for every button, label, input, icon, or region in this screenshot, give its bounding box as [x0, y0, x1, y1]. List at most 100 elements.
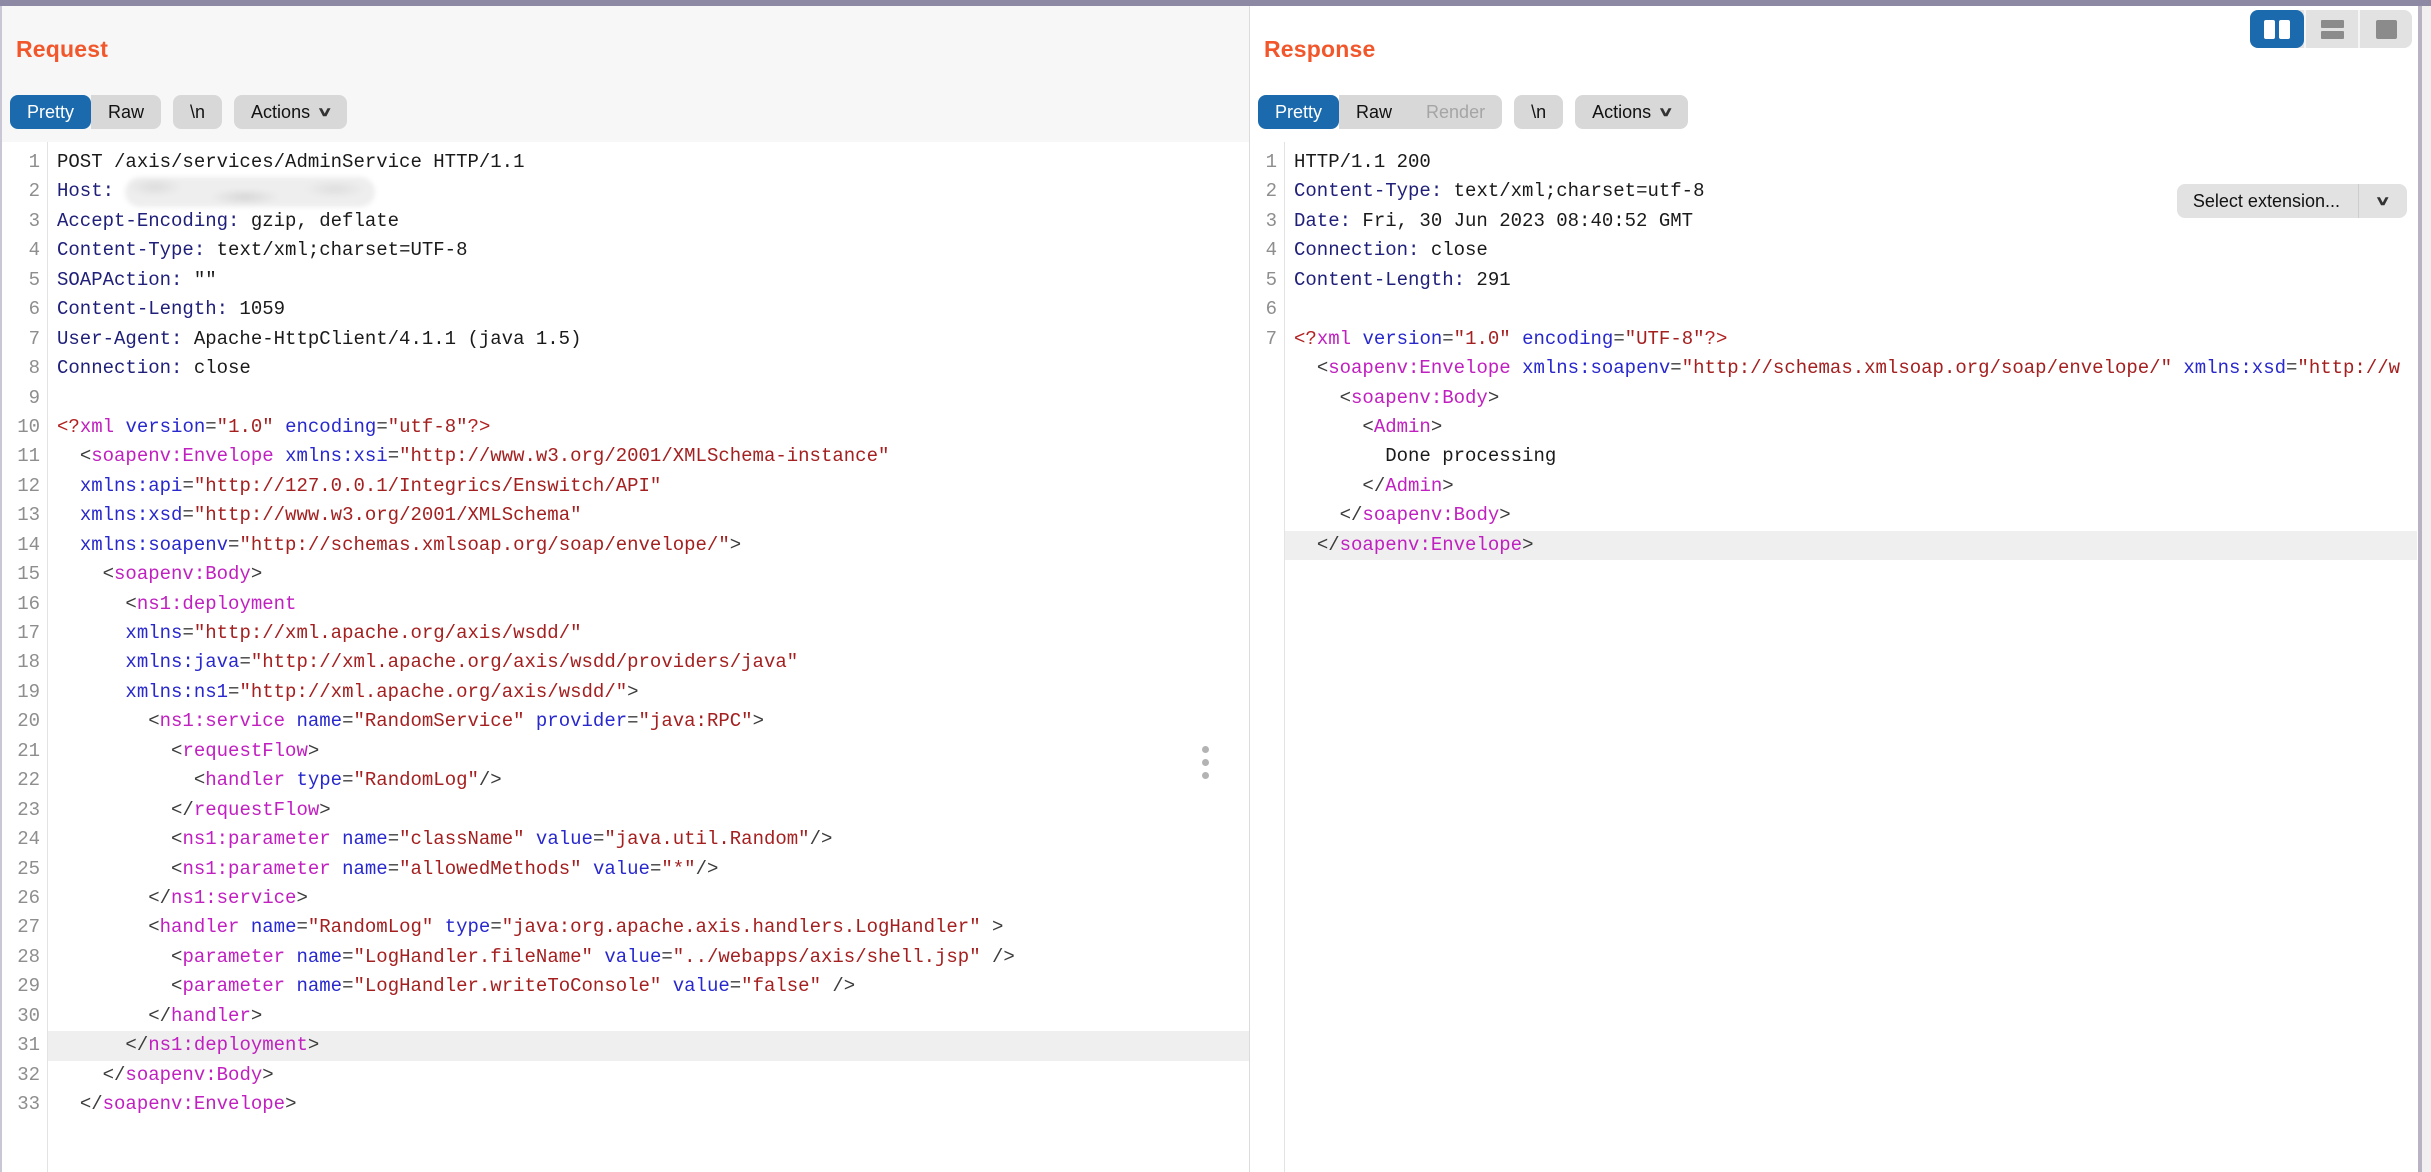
code-line: 1POST /axis/services/AdminService HTTP/1… — [2, 148, 1249, 177]
line-number: 13 — [2, 501, 48, 530]
rows-layout-icon — [2321, 20, 2344, 39]
line-number — [1250, 442, 1285, 471]
request-title: Request — [2, 6, 1249, 63]
line-number — [1250, 501, 1285, 530]
request-tab-pretty[interactable]: Pretty — [10, 95, 91, 129]
code-line: Done processing — [1250, 442, 2417, 471]
response-actions-label: Actions — [1592, 102, 1651, 123]
line-number: 31 — [2, 1031, 48, 1060]
code-line: 21 <requestFlow> — [2, 737, 1249, 766]
columns-view-button[interactable] — [2250, 10, 2304, 48]
code-line: 11 <soapenv:Envelope xmlns:xsi="http://w… — [2, 442, 1249, 471]
code-line: 6 — [1250, 295, 2417, 324]
code-line: 32 </soapenv:Body> — [2, 1061, 1249, 1090]
pane-splitter-handle[interactable] — [1202, 746, 1209, 779]
line-number: 7 — [2, 325, 48, 354]
single-layout-icon — [2376, 20, 2397, 39]
line-number: 23 — [2, 796, 48, 825]
line-number: 14 — [2, 531, 48, 560]
response-tab-newline[interactable]: \n — [1514, 95, 1563, 129]
code-line: 25 <ns1:parameter name="allowedMethods" … — [2, 855, 1249, 884]
code-line: 13 xmlns:xsd="http://www.w3.org/2001/XML… — [2, 501, 1249, 530]
line-number: 16 — [2, 590, 48, 619]
line-number: 11 — [2, 442, 48, 471]
code-line: 30 </handler> — [2, 1002, 1249, 1031]
request-actions-label: Actions — [251, 102, 310, 123]
line-number: 27 — [2, 913, 48, 942]
response-tab-render[interactable]: Render — [1409, 95, 1502, 129]
code-line: 29 <parameter name="LogHandler.writeToCo… — [2, 972, 1249, 1001]
response-title: Response — [1250, 6, 2417, 63]
line-number: 5 — [2, 266, 48, 295]
line-number: 32 — [2, 1061, 48, 1090]
single-view-button[interactable] — [2358, 10, 2412, 48]
code-line: 9 — [2, 384, 1249, 413]
line-number: 2 — [2, 177, 48, 206]
line-number: 20 — [2, 707, 48, 736]
scrollbar-track[interactable] — [2422, 0, 2431, 1172]
response-tab-raw[interactable]: Raw — [1339, 95, 1409, 129]
code-line: 1HTTP/1.1 200 — [1250, 148, 2417, 177]
line-number: 22 — [2, 766, 48, 795]
line-number: 21 — [2, 737, 48, 766]
code-line: 17 xmlns="http://xml.apache.org/axis/wsd… — [2, 619, 1249, 648]
response-viewer[interactable]: 1HTTP/1.1 2002Content-Type: text/xml;cha… — [1250, 142, 2417, 1172]
line-number — [1250, 354, 1285, 383]
code-line: 24 <ns1:parameter name="className" value… — [2, 825, 1249, 854]
line-number: 1 — [2, 148, 48, 177]
line-number: 33 — [2, 1090, 48, 1119]
line-number: 30 — [2, 1002, 48, 1031]
request-tab-raw[interactable]: Raw — [91, 95, 161, 129]
code-line: 27 <handler name="RandomLog" type="java:… — [2, 913, 1249, 942]
code-line: 3Accept-Encoding: gzip, deflate — [2, 207, 1249, 236]
chevron-down-icon: ∨ — [317, 104, 333, 120]
code-line: 28 <parameter name="LogHandler.fileName"… — [2, 943, 1249, 972]
request-actions-button[interactable]: Actions ∨ — [234, 95, 347, 129]
rows-view-button[interactable] — [2304, 10, 2358, 48]
line-number — [1250, 472, 1285, 501]
line-number — [1250, 531, 1285, 560]
line-number: 4 — [2, 236, 48, 265]
line-number: 1 — [1250, 148, 1285, 177]
code-line: 20 <ns1:service name="RandomService" pro… — [2, 707, 1249, 736]
code-line: <soapenv:Body> — [1250, 384, 2417, 413]
code-line: 14 xmlns:soapenv="http://schemas.xmlsoap… — [2, 531, 1249, 560]
code-line: 6Content-Length: 1059 — [2, 295, 1249, 324]
line-number: 19 — [2, 678, 48, 707]
code-line: 22 <handler type="RandomLog"/> — [2, 766, 1249, 795]
request-editor[interactable]: 1POST /axis/services/AdminService HTTP/1… — [2, 142, 1249, 1172]
code-line: 31 </ns1:deployment> — [2, 1031, 1249, 1060]
code-line: 12 xmlns:api="http://127.0.0.1/Integrics… — [2, 472, 1249, 501]
redacted-value — [125, 177, 375, 207]
code-line: </soapenv:Envelope> — [1250, 531, 2417, 560]
code-line: 4Content-Type: text/xml;charset=UTF-8 — [2, 236, 1249, 265]
response-actions-button[interactable]: Actions ∨ — [1575, 95, 1688, 129]
code-line: 33 </soapenv:Envelope> — [2, 1090, 1249, 1119]
code-line: 5SOAPAction: "" — [2, 266, 1249, 295]
columns-layout-icon — [2264, 20, 2290, 39]
code-line: 16 <ns1:deployment — [2, 590, 1249, 619]
response-tab-pretty[interactable]: Pretty — [1258, 95, 1339, 129]
line-number: 6 — [1250, 295, 1285, 324]
request-tabs: Pretty Raw \n Actions ∨ — [10, 95, 1241, 129]
code-line: 5Content-Length: 291 — [1250, 266, 2417, 295]
code-line: 26 </ns1:service> — [2, 884, 1249, 913]
line-number: 17 — [2, 619, 48, 648]
line-number: 29 — [2, 972, 48, 1001]
code-line: </soapenv:Body> — [1250, 501, 2417, 530]
code-line: 15 <soapenv:Body> — [2, 560, 1249, 589]
line-number: 7 — [1250, 325, 1285, 354]
request-tab-newline[interactable]: \n — [173, 95, 222, 129]
code-line: 19 xmlns:ns1="http://xml.apache.org/axis… — [2, 678, 1249, 707]
line-number: 24 — [2, 825, 48, 854]
window-top-edge — [0, 0, 2431, 6]
code-line: <soapenv:Envelope xmlns:soapenv="http://… — [1250, 354, 2417, 383]
code-line: 7<?xml version="1.0" encoding="UTF-8"?> — [1250, 325, 2417, 354]
code-line: 2Content-Type: text/xml;charset=utf-8 — [1250, 177, 2417, 206]
line-number: 8 — [2, 354, 48, 383]
splitter-dot-icon — [1202, 746, 1209, 753]
line-number: 25 — [2, 855, 48, 884]
line-number: 2 — [1250, 177, 1285, 206]
code-line: 7User-Agent: Apache-HttpClient/4.1.1 (ja… — [2, 325, 1249, 354]
window-left-edge — [0, 0, 2, 1172]
